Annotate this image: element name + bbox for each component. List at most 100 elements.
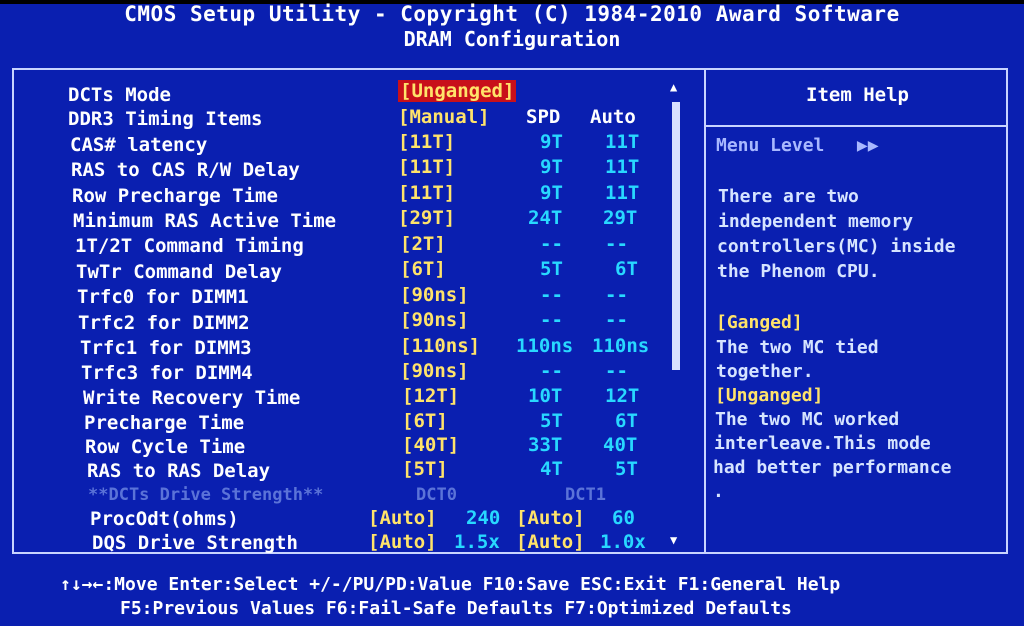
- spd-column-header: SPD: [526, 106, 561, 128]
- bios-title: CMOS Setup Utility - Copyright (C) 1984-…: [124, 2, 900, 26]
- key-legend-line-2: F5:Previous Values F6:Fail-Safe Defaults…: [120, 598, 792, 619]
- spd-value: 5T: [540, 410, 563, 432]
- scroll-up-arrow-icon[interactable]: ▲: [670, 80, 677, 94]
- dct0-setting-value[interactable]: [Auto]: [368, 531, 437, 555]
- dct0-setting-value[interactable]: [Auto]: [368, 507, 437, 531]
- auto-value: 11T: [605, 131, 640, 153]
- spd-value: 4T: [540, 458, 563, 480]
- help-text-line: interleave.This mode: [714, 433, 931, 454]
- setting-value[interactable]: [Manual]: [398, 106, 490, 130]
- spd-value: --: [540, 309, 563, 331]
- setting-value[interactable]: [29T]: [398, 207, 455, 231]
- spd-value: --: [540, 284, 563, 306]
- setting-row-twtr[interactable]: TwTr Command Delay: [76, 261, 282, 285]
- help-text-line: .: [713, 481, 724, 502]
- spd-value: 110ns: [516, 335, 574, 357]
- auto-value: 6T: [615, 410, 638, 432]
- setting-row-trfc3[interactable]: Trfc3 for DIMM4: [81, 362, 253, 386]
- help-title-separator: [706, 125, 1006, 127]
- help-key-ganged: [Ganged]: [716, 312, 803, 333]
- spd-value: 5T: [540, 258, 563, 280]
- setting-row-procodt[interactable]: ProcOdt(ohms): [90, 508, 239, 532]
- menu-level-arrows-icon: ▶▶: [856, 135, 879, 156]
- setting-value[interactable]: [110ns]: [400, 335, 480, 359]
- setting-label: DDR3 Timing Items: [68, 108, 263, 130]
- setting-value[interactable]: [90ns]: [400, 360, 469, 384]
- setting-value[interactable]: [12T]: [402, 385, 459, 409]
- setting-value[interactable]: [11T]: [398, 131, 455, 155]
- spd-value: 24T: [528, 207, 563, 229]
- panel-divider: [704, 70, 706, 552]
- setting-row-row-precharge[interactable]: Row Precharge Time: [72, 185, 278, 209]
- setting-row-cas-latency[interactable]: CAS# latency: [70, 134, 207, 158]
- setting-row-ras-to-ras[interactable]: RAS to RAS Delay: [87, 460, 270, 484]
- setting-value[interactable]: [90ns]: [400, 309, 469, 333]
- setting-row-trfc1[interactable]: Trfc1 for DIMM3: [80, 337, 252, 361]
- key-legend-line-1: ↑↓→←:Move Enter:Select +/-/PU/PD:Value F…: [60, 574, 841, 595]
- selected-value[interactable]: [Unganged]: [398, 80, 517, 102]
- auto-value: 12T: [605, 385, 640, 407]
- drive-strength-header: **DCTs Drive Strength**: [88, 485, 324, 505]
- spd-value: 9T: [540, 156, 563, 178]
- setting-row-row-cycle[interactable]: Row Cycle Time: [85, 436, 245, 460]
- spd-value: 10T: [528, 385, 563, 407]
- spd-value: 33T: [528, 434, 563, 456]
- setting-row-precharge-time[interactable]: Precharge Time: [84, 412, 244, 436]
- setting-value[interactable]: [2T]: [400, 233, 446, 257]
- dct1-value: 60: [612, 507, 635, 529]
- scrollbar[interactable]: ▲ ▼: [670, 80, 682, 550]
- setting-row-dcts-mode[interactable]: DCTs Mode: [68, 84, 171, 108]
- help-text-line: together.: [716, 361, 814, 382]
- setting-row-trfc0[interactable]: Trfc0 for DIMM1: [77, 286, 249, 310]
- setting-row-dqs-drive[interactable]: DQS Drive Strength: [92, 532, 298, 556]
- auto-value: 110ns: [592, 335, 650, 357]
- setting-value[interactable]: [6T]: [402, 410, 448, 434]
- help-text-line: controllers(MC) inside: [717, 236, 956, 257]
- setting-value-dcts-mode[interactable]: [Unganged]: [398, 80, 517, 104]
- dct0-value: 1.5x: [454, 531, 500, 553]
- auto-value: --: [605, 284, 628, 306]
- setting-row-cmd-timing[interactable]: 1T/2T Command Timing: [75, 235, 304, 259]
- bios-header: CMOS Setup Utility - Copyright (C) 1984-…: [0, 2, 1024, 51]
- auto-value: 11T: [605, 182, 640, 204]
- spd-value: 9T: [540, 131, 563, 153]
- auto-value: 5T: [615, 458, 638, 480]
- auto-value: 29T: [603, 207, 638, 229]
- setting-label: DCTs Mode: [68, 84, 171, 106]
- help-text-line: The two MC worked: [715, 409, 900, 430]
- spd-value: --: [540, 233, 563, 255]
- setting-value[interactable]: [5T]: [402, 458, 448, 482]
- auto-value: --: [605, 233, 628, 255]
- key-legend-footer: ↑↓→←:Move Enter:Select +/-/PU/PD:Value F…: [0, 566, 1024, 626]
- menu-level-label: Menu Level ▶▶: [716, 135, 879, 156]
- dct1-setting-value[interactable]: [Auto]: [516, 531, 585, 555]
- help-key-unganged: [Unganged]: [715, 385, 824, 406]
- item-help-title: Item Help: [806, 84, 909, 106]
- auto-value: 11T: [605, 156, 640, 178]
- auto-value: --: [605, 309, 628, 331]
- dct0-value: 240: [466, 507, 501, 529]
- setting-value[interactable]: [6T]: [400, 258, 446, 282]
- help-text-line: the Phenom CPU.: [717, 261, 880, 282]
- setting-value[interactable]: [11T]: [398, 156, 455, 180]
- auto-column-header: Auto: [590, 106, 636, 128]
- setting-row-trfc2[interactable]: Trfc2 for DIMM2: [78, 312, 250, 336]
- scroll-down-arrow-icon[interactable]: ▼: [670, 533, 677, 547]
- setting-value[interactable]: [11T]: [398, 182, 455, 206]
- setting-value[interactable]: [40T]: [402, 434, 459, 458]
- auto-value: --: [605, 360, 628, 382]
- help-text-line: had better performance: [713, 457, 952, 478]
- setting-row-ras-to-cas[interactable]: RAS to CAS R/W Delay: [71, 159, 300, 183]
- setting-value[interactable]: [90ns]: [400, 284, 469, 308]
- spd-value: --: [540, 360, 563, 382]
- dct0-header: DCT0: [416, 485, 457, 505]
- page-title: DRAM Configuration: [403, 27, 621, 51]
- setting-row-ddr3-timing[interactable]: DDR3 Timing Items: [68, 108, 262, 132]
- setting-row-min-ras[interactable]: Minimum RAS Active Time: [73, 210, 336, 234]
- auto-value: 40T: [603, 434, 638, 456]
- dct1-setting-value[interactable]: [Auto]: [516, 507, 585, 531]
- setting-row-write-recovery[interactable]: Write Recovery Time: [83, 387, 300, 411]
- scroll-thumb[interactable]: [672, 102, 680, 370]
- auto-value: 6T: [615, 258, 638, 280]
- dct1-header: DCT1: [565, 485, 606, 505]
